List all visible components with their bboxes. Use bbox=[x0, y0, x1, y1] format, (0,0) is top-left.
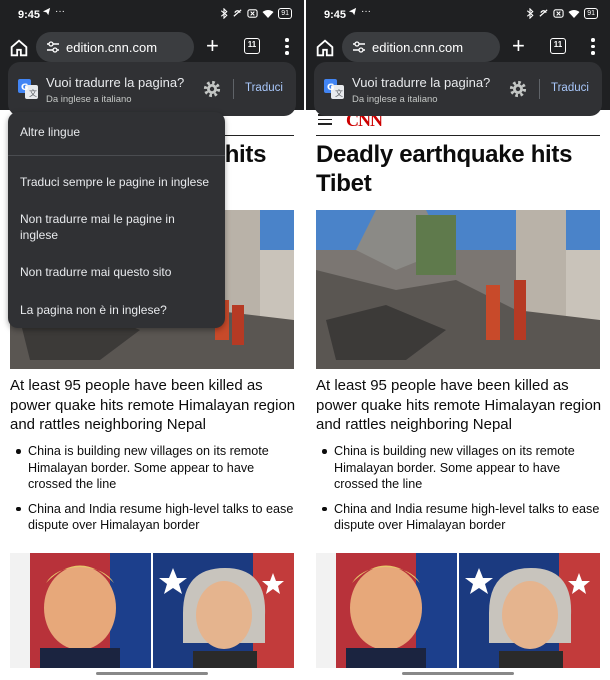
translate-prompt: G 文 Vuoi tradurre la pagina? Da inglese … bbox=[8, 62, 296, 116]
bluetooth-icon bbox=[221, 8, 228, 19]
overflow-menu-icon[interactable] bbox=[284, 38, 290, 58]
url-text: edition.cnn.com bbox=[66, 39, 158, 55]
woman-photo[interactable] bbox=[153, 553, 294, 668]
gear-icon[interactable] bbox=[202, 79, 222, 99]
notification-icons: ··· bbox=[42, 6, 65, 17]
status-time: 9:45 bbox=[18, 9, 41, 21]
gear-icon[interactable] bbox=[508, 79, 528, 99]
gesture-handle[interactable] bbox=[402, 672, 514, 675]
trump-photo[interactable] bbox=[10, 553, 151, 668]
bluetooth-icon bbox=[527, 8, 534, 19]
translate-prompt: G 文 Vuoi tradurre la pagina? Da inglese … bbox=[314, 62, 602, 116]
url-text: edition.cnn.com bbox=[372, 39, 464, 55]
mute-icon bbox=[539, 9, 548, 17]
menu-item-wrong-language[interactable]: La pagina non è in inglese? bbox=[20, 302, 215, 318]
system-icons: 91 bbox=[526, 8, 598, 19]
new-tab-icon[interactable]: + bbox=[206, 35, 219, 57]
telegram-icon bbox=[42, 7, 51, 16]
battery-indicator: 91 bbox=[278, 8, 292, 19]
translate-question: Vuoi tradurre la pagina? bbox=[352, 75, 491, 90]
related-link[interactable]: China and India resume high-level talks … bbox=[320, 501, 604, 534]
more-notifications-icon: ··· bbox=[55, 6, 65, 17]
translate-button[interactable]: Traduci bbox=[551, 82, 589, 94]
related-link[interactable]: China is building new villages on its re… bbox=[320, 443, 604, 493]
browser-toolbar: edition.cnn.com + 11 bbox=[306, 30, 610, 66]
trump-photo[interactable] bbox=[316, 553, 457, 668]
screen-right: 9:45 ··· 91 edition.cnn.com + 11 CNN Dea… bbox=[306, 0, 610, 680]
divider bbox=[539, 79, 540, 99]
status-bar: 9:45 ··· 91 bbox=[306, 0, 610, 30]
menu-item-never-translate-language[interactable]: Non tradurre mai le pagine in inglese bbox=[20, 211, 215, 243]
menu-item-always-translate[interactable]: Traduci sempre le pagine in inglese bbox=[20, 174, 215, 190]
status-bar: 9:45 ··· 91 bbox=[0, 0, 304, 30]
overflow-menu-icon[interactable] bbox=[590, 38, 596, 58]
wifi-icon bbox=[262, 9, 274, 18]
mute-icon bbox=[233, 9, 242, 17]
translate-question: Vuoi tradurre la pagina? bbox=[46, 75, 185, 90]
address-bar[interactable]: edition.cnn.com bbox=[36, 32, 194, 62]
menu-item-more-languages[interactable]: Altre lingue bbox=[20, 124, 215, 140]
site-settings-icon[interactable] bbox=[352, 41, 366, 53]
dnd-icon bbox=[553, 9, 564, 18]
tab-switcher-button[interactable]: 11 bbox=[244, 38, 260, 54]
related-links: China is building new villages on its re… bbox=[14, 443, 298, 542]
translate-button[interactable]: Traduci bbox=[245, 82, 283, 94]
woman-photo[interactable] bbox=[459, 553, 600, 668]
related-link[interactable]: China is building new villages on its re… bbox=[14, 443, 298, 493]
divider bbox=[233, 79, 234, 99]
new-tab-icon[interactable]: + bbox=[512, 35, 525, 57]
status-time: 9:45 bbox=[324, 9, 347, 21]
hamburger-menu-icon[interactable] bbox=[318, 114, 332, 128]
story-title[interactable]: At least 95 people have been killed as p… bbox=[316, 376, 604, 435]
telegram-icon bbox=[348, 7, 357, 16]
translate-languages: Da inglese a italiano bbox=[46, 94, 132, 105]
translate-languages: Da inglese a italiano bbox=[352, 94, 438, 105]
browser-toolbar: edition.cnn.com + 11 bbox=[0, 30, 304, 66]
hero-image[interactable] bbox=[316, 210, 600, 369]
dnd-icon bbox=[247, 9, 258, 18]
menu-item-never-translate-site[interactable]: Non tradurre mai questo sito bbox=[20, 264, 215, 280]
wifi-icon bbox=[568, 9, 580, 18]
related-links: China is building new villages on its re… bbox=[320, 443, 604, 542]
home-icon[interactable] bbox=[314, 37, 336, 59]
notification-icons: ··· bbox=[348, 6, 371, 17]
svg-text:文: 文 bbox=[29, 88, 37, 98]
more-notifications-icon: ··· bbox=[361, 6, 371, 17]
svg-text:G: G bbox=[21, 83, 28, 93]
svg-text:文: 文 bbox=[335, 88, 343, 98]
home-icon[interactable] bbox=[8, 37, 30, 59]
screen-left: 9:45 ··· 91 edition.cnn.com + 11 CNN Dea… bbox=[0, 0, 304, 680]
site-settings-icon[interactable] bbox=[46, 41, 60, 53]
translate-options-menu: Altre lingue Traduci sempre le pagine in… bbox=[8, 112, 225, 328]
story-title[interactable]: At least 95 people have been killed as p… bbox=[10, 376, 298, 435]
tab-switcher-button[interactable]: 11 bbox=[550, 38, 566, 54]
system-icons: 91 bbox=[220, 8, 292, 19]
google-translate-icon: G 文 bbox=[324, 79, 344, 99]
gesture-handle[interactable] bbox=[96, 672, 208, 675]
menu-divider bbox=[8, 155, 225, 156]
related-link[interactable]: China and India resume high-level talks … bbox=[14, 501, 298, 534]
page-headline[interactable]: Deadly earthquake hits Tibet bbox=[316, 140, 602, 198]
battery-indicator: 91 bbox=[584, 8, 598, 19]
svg-text:G: G bbox=[327, 83, 334, 93]
address-bar[interactable]: edition.cnn.com bbox=[342, 32, 500, 62]
google-translate-icon: G 文 bbox=[18, 79, 38, 99]
